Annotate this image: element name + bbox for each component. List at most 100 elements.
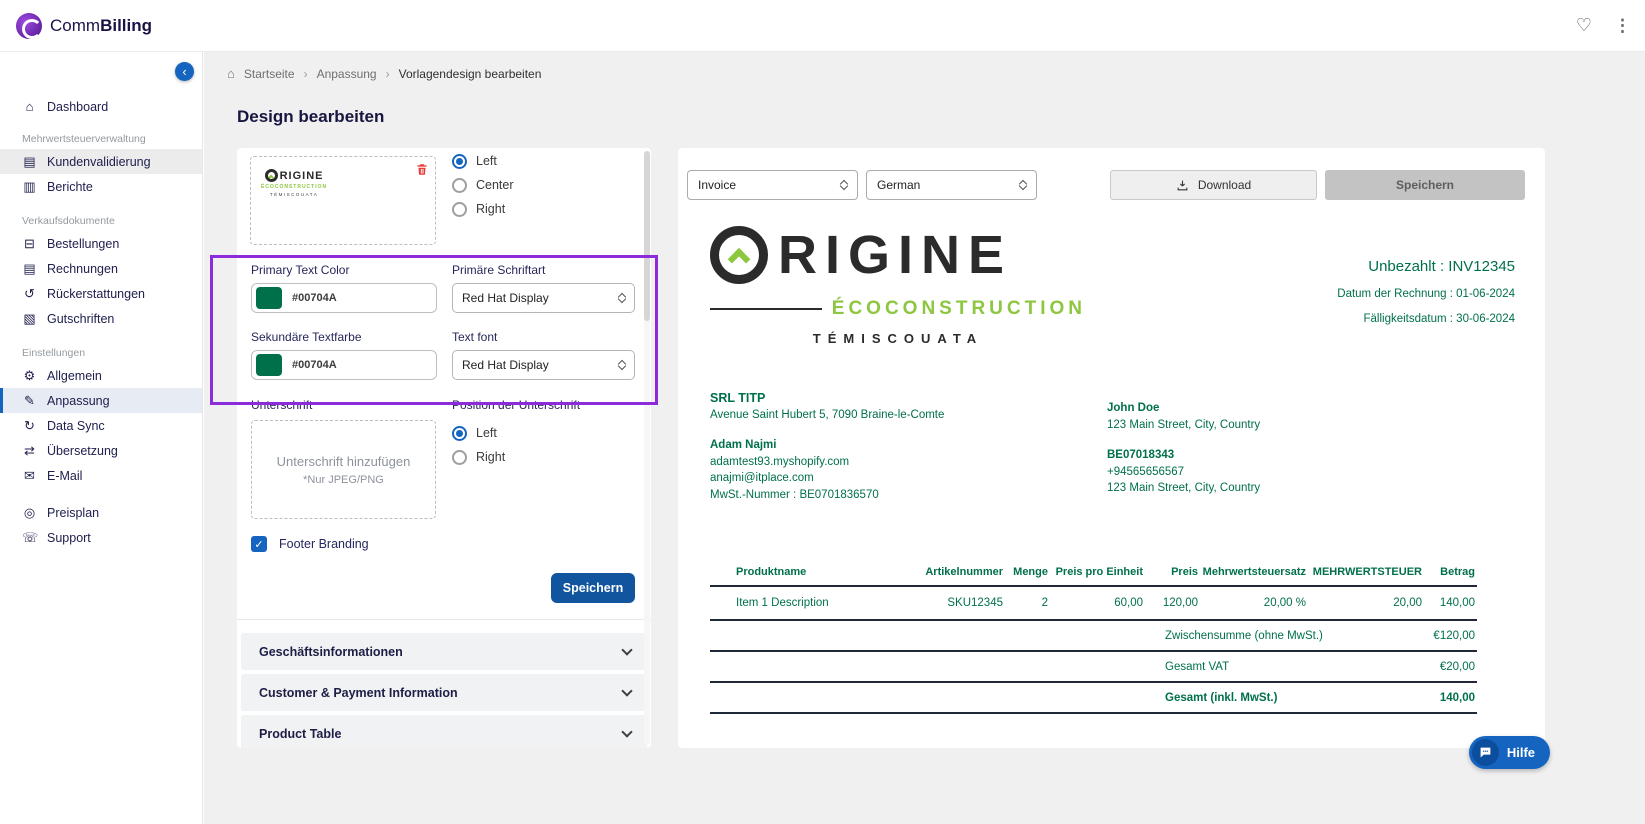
language-select[interactable]: German <box>866 170 1037 200</box>
radio-selected-icon[interactable] <box>452 154 467 169</box>
signature-label: Unterschrift <box>251 398 312 412</box>
sidebar-item-berichte[interactable]: ▥ Berichte <box>0 174 202 199</box>
accordion-customer-payment-information[interactable]: Customer & Payment Information <box>241 674 647 711</box>
logo-upload-dropzone[interactable]: RIGINE ÉCOCONSTRUCTION TÉMISCOUATA <box>250 156 436 245</box>
gear-icon: ⚙ <box>22 368 37 384</box>
brand-text: CommBilling <box>50 16 152 36</box>
sidebar-item-preisplan[interactable]: ◎ Preisplan <box>0 500 202 525</box>
favorites-heart-icon[interactable]: ♡ <box>1576 15 1592 36</box>
buyer-address: 123 Main Street, City, Country <box>1107 417 1260 434</box>
sidebar-item-email[interactable]: ✉ E-Mail <box>0 463 202 488</box>
sidebar-item-anpassung[interactable]: ✎ Anpassung <box>0 388 202 413</box>
select-arrows-icon <box>1020 181 1026 189</box>
download-icon <box>1176 179 1189 192</box>
select-arrows-icon <box>841 181 847 189</box>
secondary-color-swatch[interactable] <box>256 354 282 376</box>
text-font-label: Text font <box>452 330 497 344</box>
primary-font-select[interactable]: Red Hat Display <box>452 283 635 313</box>
accordion-geschaeftsinformationen[interactable]: Geschäftsinformationen <box>241 633 647 670</box>
chevron-down-icon[interactable] <box>621 726 632 737</box>
buyer-block: John Doe 123 Main Street, City, Country … <box>1107 400 1260 497</box>
buyer-name: John Doe <box>1107 400 1260 417</box>
radio-icon[interactable] <box>452 202 467 217</box>
home-icon: ⌂ <box>227 66 235 81</box>
signature-position-right[interactable]: Right <box>452 447 505 467</box>
invoice-preview-panel: Invoice German Download Speichern RIGINE… <box>678 148 1545 748</box>
sidebar-item-support[interactable]: ☏ Support <box>0 525 202 550</box>
kebab-menu-icon[interactable]: ⋮ <box>1614 16 1631 36</box>
primary-color-input[interactable] <box>292 292 402 304</box>
customize-icon: ✎ <box>22 393 37 409</box>
buyer-address-2: 123 Main Street, City, Country <box>1107 480 1260 497</box>
sidebar-item-allgemein[interactable]: ⚙ Allgemein <box>0 363 202 388</box>
radio-icon[interactable] <box>452 178 467 193</box>
seller-block: SRL TITP Avenue Saint Hubert 5, 7090 Bra… <box>710 390 944 503</box>
signature-position-left[interactable]: Left <box>452 423 505 443</box>
origine-logo-mark-icon <box>710 226 768 284</box>
radio-selected-icon[interactable] <box>452 426 467 441</box>
secondary-color-input[interactable] <box>292 359 402 371</box>
invoice-date: Datum der Rechnung : 01-06-2024 <box>1337 288 1515 300</box>
download-button[interactable]: Download <box>1110 170 1317 200</box>
logo-position-right[interactable]: Right <box>452 199 514 219</box>
preview-save-button[interactable]: Speichern <box>1325 170 1525 200</box>
refund-icon: ↺ <box>22 286 37 302</box>
footer-branding-toggle[interactable]: Footer Branding <box>251 536 369 552</box>
logo-position-center[interactable]: Center <box>452 175 514 195</box>
sidebar-item-kundenvalidierung[interactable]: ▤ Kundenvalidierung <box>0 149 202 174</box>
primary-color-field[interactable] <box>251 283 437 313</box>
main-content: ⌂ Startseite › Anpassung › Vorlagendesig… <box>204 52 1645 824</box>
primary-color-swatch[interactable] <box>256 287 282 309</box>
text-font-select[interactable]: Red Hat Display <box>452 350 635 380</box>
editor-scrollbar[interactable] <box>644 151 650 745</box>
breadcrumb-current: Vorlagendesign bearbeiten <box>399 67 542 81</box>
chevron-down-icon[interactable] <box>621 644 632 655</box>
signature-upload-dropzone[interactable]: Unterschrift hinzufügen *Nur JPEG/PNG <box>251 420 436 519</box>
sidebar-collapse-button[interactable]: ‹ <box>175 62 194 81</box>
buyer-phone: +94565656567 <box>1107 464 1260 481</box>
chevron-down-icon[interactable] <box>621 685 632 696</box>
radio-icon[interactable] <box>452 450 467 465</box>
save-button[interactable]: Speichern <box>551 573 635 603</box>
help-button[interactable]: Hilfe <box>1469 736 1550 769</box>
topbar: CommBilling ♡ ⋮ <box>0 0 1645 52</box>
subtotal-row: Zwischensumme (ohne MwSt.) €120,00 <box>710 620 1477 651</box>
sidebar-item-gutschriften[interactable]: ▧ Gutschriften <box>0 306 202 331</box>
invoice-due-date: Fälligkeitsdatum : 30-06-2024 <box>1337 313 1515 325</box>
document-type-select[interactable]: Invoice <box>687 170 858 200</box>
invoice-table: Produktname Artikelnummer Menge Preis pr… <box>710 562 1477 714</box>
seller-website: adamtest93.myshopify.com <box>710 454 944 471</box>
sidebar-item-rechnungen[interactable]: ▤ Rechnungen <box>0 256 202 281</box>
vat-row: Gesamt VAT €20,00 <box>710 651 1477 682</box>
sidebar-item-data-sync[interactable]: ↻ Data Sync <box>0 413 202 438</box>
checkbox-checked-icon[interactable] <box>251 536 267 552</box>
sidebar-item-bestellungen[interactable]: ⊟ Bestellungen <box>0 231 202 256</box>
secondary-color-field[interactable] <box>251 350 437 380</box>
logo-position-radiogroup: Left Center Right <box>452 151 514 219</box>
accordion-product-table[interactable]: Product Table <box>241 715 647 748</box>
breadcrumb-separator-icon: › <box>304 67 308 81</box>
scrollbar-thumb[interactable] <box>644 151 650 321</box>
sidebar-item-dashboard[interactable]: ⌂ Dashboard <box>0 94 202 119</box>
buyer-vat: BE07018343 <box>1107 447 1260 464</box>
seller-vat: MwSt.-Nummer : BE0701836570 <box>710 487 944 504</box>
invoice-icon: ▤ <box>22 261 37 277</box>
sidebar-item-uebersetzung[interactable]: ⇄ Übersetzung <box>0 438 202 463</box>
signature-position-label: Position der Unterschrift <box>452 398 580 412</box>
sidebar-section-einstellungen: Einstellungen <box>0 343 202 363</box>
logo-position-left[interactable]: Left <box>452 151 514 171</box>
sidebar-section-verkaufsdokumente: Verkaufsdokumente <box>0 211 202 231</box>
logo-thumbnail: RIGINE ÉCOCONSTRUCTION TÉMISCOUATA <box>261 169 327 197</box>
delete-logo-button[interactable] <box>415 162 429 182</box>
sidebar-item-rueckerstattungen[interactable]: ↺ Rückerstattungen <box>0 281 202 306</box>
report-icon: ▥ <box>22 179 37 195</box>
logo-rule <box>710 308 822 310</box>
total-row: Gesamt (inkl. MwSt.) 140,00 <box>710 682 1477 713</box>
support-icon: ☏ <box>22 530 37 546</box>
orders-icon: ⊟ <box>22 236 37 252</box>
trash-icon <box>415 162 429 177</box>
mail-icon: ✉ <box>22 468 37 484</box>
breadcrumb-anpassung[interactable]: Anpassung <box>317 67 377 81</box>
breadcrumb-startseite[interactable]: Startseite <box>244 67 295 81</box>
breadcrumb-separator-icon: › <box>386 67 390 81</box>
